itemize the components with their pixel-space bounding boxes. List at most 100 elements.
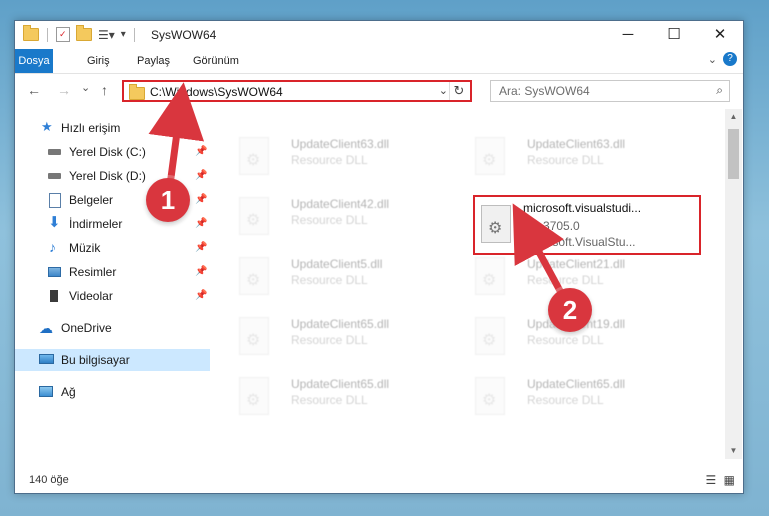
file-type: Resource DLL	[527, 273, 604, 287]
step-badge-2: 2	[548, 288, 592, 332]
file-item[interactable]: UpdateClient65.dll Resource DLL	[219, 313, 439, 365]
cloud-icon: ☁	[39, 320, 53, 336]
dll-file-icon	[239, 137, 269, 175]
tab-file[interactable]: Dosya	[15, 49, 53, 73]
forward-button[interactable]: →	[57, 82, 71, 98]
dll-file-icon	[239, 257, 269, 295]
sidebar-item-label: Hızlı erişim	[61, 121, 121, 135]
file-name: UpdateClient5.dll	[291, 257, 383, 271]
folder-icon	[23, 25, 39, 41]
toolbar-divider	[47, 27, 48, 42]
sidebar-item-label: Videolar	[69, 289, 113, 303]
search-icon: ⌕	[716, 83, 723, 97]
scrollbar-thumb[interactable]	[728, 129, 739, 179]
file-item[interactable]: UpdateClient63.dll Resource DLL	[219, 133, 439, 185]
chevron-down-icon[interactable]: ⌄	[439, 84, 448, 97]
help-icon[interactable]: ?	[723, 52, 737, 66]
pin-icon[interactable]: 📌	[195, 213, 207, 235]
dll-file-icon	[475, 317, 505, 355]
sidebar-item-network[interactable]: Ağ	[15, 381, 210, 403]
maximize-button[interactable]: ☐	[651, 21, 697, 49]
large-icons-view-icon[interactable]: ▦	[724, 473, 735, 487]
pin-icon[interactable]: 📌	[195, 261, 207, 283]
dll-file-icon	[239, 197, 269, 235]
file-type: Resource DLL	[291, 153, 368, 167]
close-button[interactable]: ✕	[697, 21, 743, 49]
pin-icon[interactable]: 📌	[195, 189, 207, 211]
sidebar-item-onedrive[interactable]: ☁ OneDrive	[15, 317, 210, 339]
window-title: SysWOW64	[151, 28, 217, 42]
tab-share[interactable]: Paylaş	[127, 49, 180, 73]
pin-icon[interactable]: 📌	[195, 141, 207, 163]
new-folder-icon[interactable]	[76, 25, 92, 41]
file-type: Resource DLL	[291, 333, 368, 347]
sidebar-item-label: OneDrive	[61, 321, 112, 335]
recent-locations-button[interactable]: ⌄	[81, 81, 90, 94]
view-toggle: ☰ ▦	[706, 473, 735, 487]
drive-icon	[48, 173, 61, 179]
pictures-icon	[48, 267, 61, 277]
pin-icon[interactable]: 📌	[195, 165, 207, 187]
file-name: UpdateClient65.dll	[291, 317, 390, 331]
status-bar: 140 öğe ☰ ▦	[15, 469, 743, 493]
file-list: UpdateClient63.dll Resource DLL UpdateCl…	[211, 109, 729, 459]
file-item[interactable]: UpdateClient5.dll Resource DLL	[219, 253, 439, 305]
file-name: UpdateClient42.dll	[291, 197, 390, 211]
pin-icon[interactable]: 📌	[195, 285, 207, 307]
network-icon	[39, 386, 53, 397]
dll-file-icon	[475, 137, 505, 175]
minimize-button[interactable]: ─	[605, 21, 651, 49]
ribbon-expand-icon[interactable]: ⌄	[708, 53, 717, 66]
file-item[interactable]: UpdateClient42.dll Resource DLL	[219, 193, 439, 245]
address-path[interactable]: C:\Windows\SysWOW64	[150, 85, 283, 99]
step-badge-1: 1	[146, 178, 190, 222]
file-item[interactable]: UpdateClient65.dll Resource DLL	[455, 373, 675, 425]
pin-icon[interactable]: 📌	[195, 237, 207, 259]
properties-icon[interactable]: ✓	[56, 27, 70, 42]
scroll-down-icon[interactable]: ▼	[725, 443, 742, 459]
file-type: Microsoft.VisualStu...	[523, 235, 636, 249]
address-bar[interactable]: C:\Windows\SysWOW64 ⌄ ↻	[122, 80, 472, 102]
file-name: microsoft.visualstudi...	[523, 201, 642, 215]
scroll-up-icon[interactable]: ▲	[725, 109, 742, 125]
sidebar-item-this-pc[interactable]: Bu bilgisayar	[15, 349, 210, 371]
file-name: UpdateClient63.dll	[527, 137, 626, 151]
details-view-icon[interactable]: ☰	[706, 473, 717, 487]
customize-toolbar-icon[interactable]: ☰▾	[98, 28, 115, 42]
sidebar-item-label: Yerel Disk (D:)	[69, 169, 146, 183]
ribbon-tabs: Dosya Giriş Paylaş Görünüm ⌄ ?	[15, 49, 743, 74]
file-name: UpdateClient65.dll	[527, 377, 626, 391]
toolbar-divider	[133, 27, 135, 42]
navigation-bar: ← → ⌄ ↑ C:\Windows\SysWOW64 ⌄ ↻ Ara: Sys…	[15, 74, 743, 108]
sidebar-item-label: Müzik	[69, 241, 101, 255]
back-button[interactable]: ←	[27, 82, 41, 98]
tab-view[interactable]: Görünüm	[183, 49, 249, 73]
sidebar-item-pictures[interactable]: Resimler 📌	[15, 261, 210, 283]
vertical-scrollbar[interactable]: ▲ ▼	[725, 109, 742, 459]
sidebar-item-videos[interactable]: Videolar 📌	[15, 285, 210, 307]
up-button[interactable]: ↑	[101, 82, 108, 98]
folder-icon	[129, 84, 145, 100]
download-icon: ⬇	[48, 214, 61, 231]
sidebar-item-quick-access[interactable]: ★ Hızlı erişim	[15, 117, 210, 139]
file-type: Resource DLL	[291, 213, 368, 227]
file-name: UpdateClient21.dll	[527, 257, 626, 271]
tab-home[interactable]: Giriş	[77, 49, 120, 73]
sidebar-item-label: Bu bilgisayar	[61, 353, 130, 367]
dll-file-icon	[239, 317, 269, 355]
file-item[interactable]: UpdateClient65.dll Resource DLL	[219, 373, 439, 425]
refresh-button[interactable]: ↻	[449, 82, 468, 100]
search-box[interactable]: Ara: SysWOW64 ⌕	[490, 80, 730, 102]
videos-icon	[48, 290, 60, 302]
quick-access-toolbar: ✓ ☰▾ ▾	[23, 25, 137, 42]
search-input[interactable]: Ara: SysWOW64	[499, 84, 590, 98]
sidebar-item-local-disk-c[interactable]: Yerel Disk (C:) 📌	[15, 141, 210, 163]
chevron-down-icon[interactable]: ▾	[121, 29, 126, 40]
file-item[interactable]: UpdateClient63.dll Resource DLL	[455, 133, 675, 185]
file-name: UpdateClient63.dll	[291, 137, 390, 151]
file-item-highlighted[interactable]: microsoft.visualstudi... 1.0.3705.0 Micr…	[473, 195, 701, 255]
navigation-pane: ★ Hızlı erişim Yerel Disk (C:) 📌 Yerel D…	[15, 109, 210, 459]
documents-icon	[49, 193, 61, 208]
sidebar-item-label: İndirmeler	[69, 217, 123, 231]
sidebar-item-music[interactable]: ♪ Müzik 📌	[15, 237, 210, 259]
